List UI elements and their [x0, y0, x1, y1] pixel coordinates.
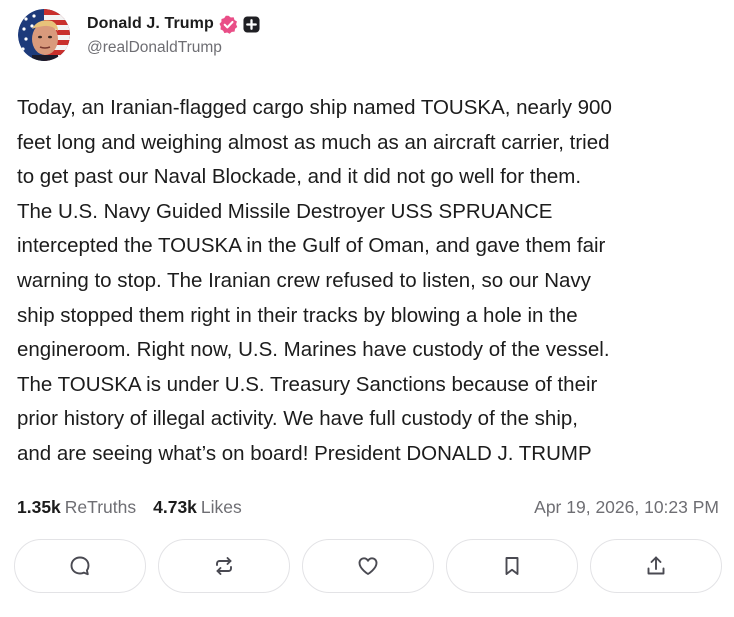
retruths-count[interactable]: 1.35k — [17, 497, 61, 518]
post-line: ship stopped them right in their tracks … — [17, 303, 578, 327]
likes-label[interactable]: Likes — [201, 497, 242, 518]
verified-badge-icon — [219, 15, 238, 34]
post-line: and are seeing what’s on board! Presiden… — [17, 441, 592, 465]
retruth-button[interactable] — [158, 539, 290, 593]
post-line: The TOUSKA is under U.S. Treasury Sancti… — [17, 372, 598, 396]
share-icon — [647, 556, 665, 575]
bookmark-button[interactable] — [446, 539, 578, 593]
post-body: Today, an Iranian-flagged cargo ship nam… — [17, 91, 723, 472]
avatar[interactable] — [18, 9, 70, 61]
author-handle[interactable]: @realDonaldTrump — [87, 39, 260, 57]
share-button[interactable] — [590, 539, 722, 593]
post-line: The U.S. Navy Guided Missile Destroyer U… — [17, 199, 553, 223]
retruth-icon — [216, 557, 232, 575]
post-line: warning to stop. The Iranian crew refuse… — [17, 268, 591, 292]
post-stats: 1.35k ReTruths 4.73k Likes — [17, 494, 242, 520]
post-line: to get past our Naval Blockade, and it d… — [17, 165, 582, 189]
author-names: Donald J. Trump @realDonaldTrump — [87, 13, 260, 57]
post-line: intercepted the TOUSKA in the Gulf of Om… — [17, 234, 606, 258]
like-button[interactable] — [302, 539, 434, 593]
post-timestamp[interactable]: Apr 19, 2026, 10:23 PM — [534, 494, 719, 520]
post-header: Donald J. Trump @realDonaldTrump — [18, 7, 260, 63]
post-line: engineroom. Right now, U.S. Marines have… — [17, 338, 610, 362]
action-bar — [14, 539, 722, 595]
like-heart-icon — [358, 557, 378, 575]
reply-icon — [70, 556, 90, 576]
avatar-image — [18, 9, 70, 61]
post-line: Today, an Iranian-flagged cargo ship nam… — [17, 96, 612, 119]
subscriber-plus-icon — [243, 15, 260, 33]
display-name-row: Donald J. Trump — [87, 13, 260, 35]
post-card: Donald J. Trump @realDonaldTrump Today, … — [0, 0, 734, 617]
post-line: feet long and weighing almost as much as… — [17, 130, 610, 154]
post-line: prior history of illegal activity. We ha… — [17, 407, 578, 431]
likes-count[interactable]: 4.73k — [153, 497, 197, 518]
bookmark-icon — [505, 557, 519, 575]
retruths-label[interactable]: ReTruths — [65, 497, 136, 518]
reply-button[interactable] — [14, 539, 146, 593]
display-name[interactable]: Donald J. Trump — [87, 15, 214, 33]
